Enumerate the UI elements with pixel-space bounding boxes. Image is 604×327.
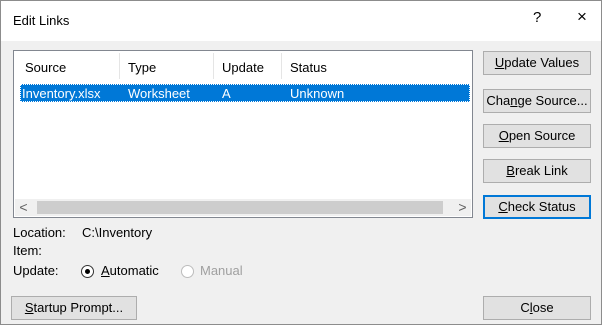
break-link-button[interactable]: Break Link: [483, 159, 591, 183]
change-source-button[interactable]: Change Source...: [483, 89, 591, 113]
list-header: Source Type Update Status: [14, 51, 472, 81]
close-button[interactable]: Close: [483, 296, 591, 320]
update-label: Update:: [13, 263, 59, 278]
cell-source: Inventory.xlsx: [22, 86, 101, 101]
location-label: Location:: [13, 225, 66, 240]
check-status-button[interactable]: Check Status: [483, 195, 591, 219]
dialog-title: Edit Links: [13, 13, 70, 28]
scroll-left-icon[interactable]: <: [15, 199, 32, 216]
table-row[interactable]: Inventory.xlsx Worksheet A Unknown: [20, 84, 470, 102]
column-header-status[interactable]: Status: [290, 60, 327, 75]
cell-type: Worksheet: [128, 86, 190, 101]
column-header-update[interactable]: Update: [222, 60, 264, 75]
column-header-type[interactable]: Type: [128, 60, 156, 75]
links-list[interactable]: Source Type Update Status Inventory.xlsx…: [13, 50, 473, 218]
edit-links-dialog: Edit Links ? × Source Type Update Status…: [0, 0, 602, 325]
help-button[interactable]: ?: [533, 9, 541, 26]
location-value: C:\Inventory: [82, 225, 153, 240]
column-divider[interactable]: [213, 53, 214, 79]
scroll-right-icon[interactable]: >: [454, 199, 471, 216]
automatic-label[interactable]: Automatic: [101, 263, 159, 278]
horizontal-scrollbar[interactable]: < >: [15, 199, 471, 216]
open-source-button[interactable]: Open Source: [483, 124, 591, 148]
manual-label[interactable]: Manual: [200, 263, 243, 278]
column-divider[interactable]: [281, 53, 282, 79]
automatic-radio[interactable]: [81, 265, 94, 278]
cell-status: Unknown: [290, 86, 345, 101]
scrollbar-thumb[interactable]: [37, 201, 443, 214]
title-bar: Edit Links ? ×: [1, 1, 601, 41]
item-label: Item:: [13, 243, 42, 258]
manual-radio[interactable]: [181, 265, 194, 278]
column-header-source[interactable]: Source: [25, 60, 66, 75]
cell-update: A: [222, 86, 231, 101]
update-values-button[interactable]: Update Values: [483, 51, 591, 75]
startup-prompt-button[interactable]: Startup Prompt...: [11, 296, 137, 320]
close-icon[interactable]: ×: [577, 7, 587, 27]
column-divider[interactable]: [119, 53, 120, 79]
